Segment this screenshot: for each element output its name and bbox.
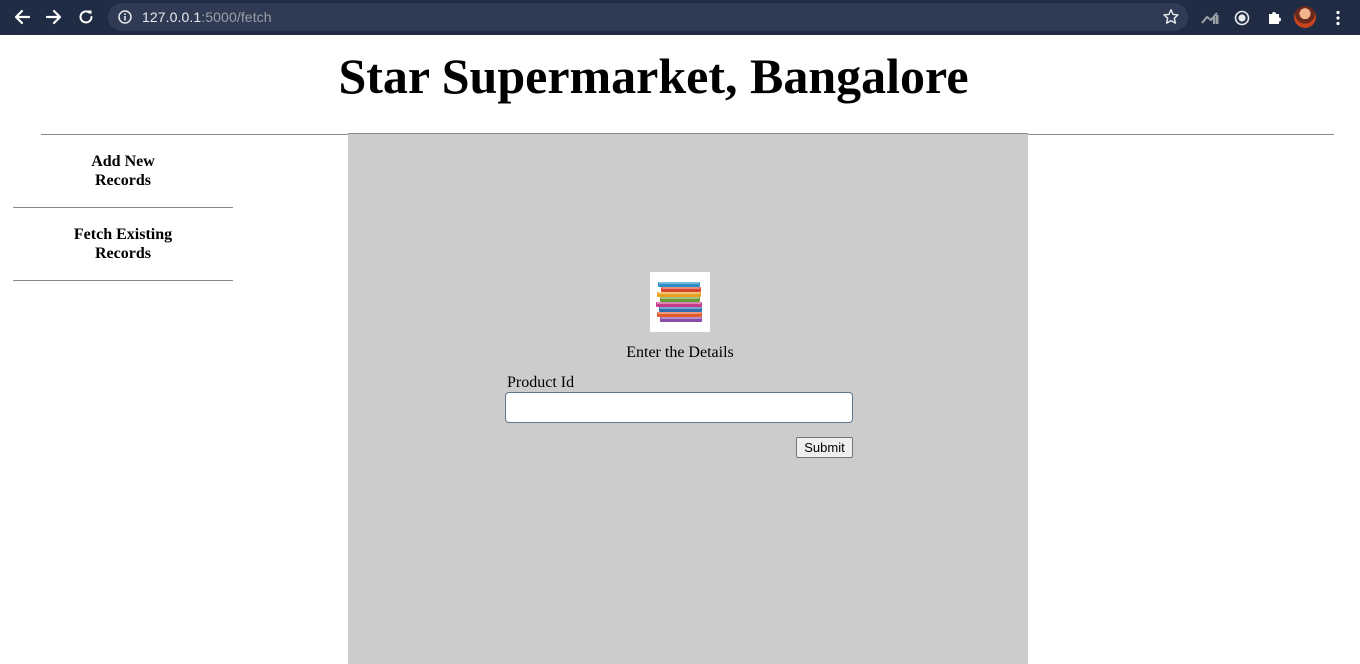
sidebar-item-label: Fetch Existing Records <box>73 226 173 262</box>
url-host: 127.0.0.1 <box>142 9 202 25</box>
url-text[interactable]: 127.0.0.1:5000/fetch <box>142 9 272 25</box>
books-stack-icon <box>650 272 710 332</box>
forward-button[interactable] <box>40 4 68 30</box>
back-arrow-icon <box>14 9 31 25</box>
extensions-puzzle-icon[interactable] <box>1263 7 1285 29</box>
browser-toolbar: 127.0.0.1:5000/fetch <box>0 0 1360 35</box>
forward-arrow-icon <box>45 9 62 25</box>
reload-button[interactable] <box>72 4 100 30</box>
bookmark-star-icon[interactable] <box>1162 8 1180 26</box>
sidebar-item-fetch-existing-records[interactable]: Fetch Existing Records <box>13 208 233 281</box>
form-heading: Enter the Details <box>626 344 734 361</box>
product-id-label: Product Id <box>507 374 575 391</box>
url-path: :5000/fetch <box>201 9 272 25</box>
panel-top-border <box>348 133 1028 134</box>
extension-circle-icon[interactable] <box>1231 7 1253 29</box>
product-id-input[interactable] <box>505 392 853 423</box>
profile-avatar[interactable] <box>1294 6 1316 28</box>
extension-analytics-icon[interactable] <box>1199 7 1221 29</box>
address-bar[interactable]: 127.0.0.1:5000/fetch <box>108 3 1188 31</box>
main-panel: Enter the Details Product Id Submit <box>348 133 1028 664</box>
submit-button[interactable]: Submit <box>796 437 853 458</box>
sidebar-item-label: Add New Records <box>91 153 155 189</box>
sidebar: Add New Records Fetch Existing Records <box>13 135 233 281</box>
reload-icon <box>79 10 93 24</box>
sidebar-item-add-new-records[interactable]: Add New Records <box>13 135 233 208</box>
page-title: Star Supermarket, Bangalore <box>338 48 969 104</box>
info-icon[interactable] <box>118 10 132 24</box>
back-button[interactable] <box>8 4 36 30</box>
menu-kebab-icon[interactable] <box>1327 7 1349 29</box>
